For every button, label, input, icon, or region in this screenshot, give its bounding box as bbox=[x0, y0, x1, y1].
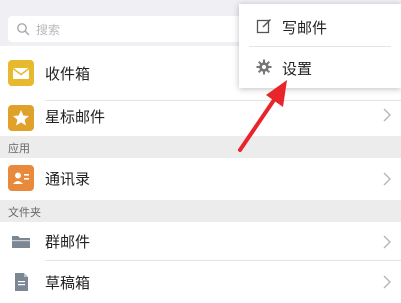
list-item-drafts[interactable]: 草稿箱 bbox=[0, 261, 401, 303]
contacts-label: 通讯录 bbox=[45, 170, 91, 188]
inbox-label: 收件箱 bbox=[45, 65, 91, 83]
section-title: 应用 bbox=[8, 142, 30, 155]
menu-item-compose[interactable]: 写邮件 bbox=[239, 6, 401, 47]
settings-label: 设置 bbox=[282, 60, 313, 78]
list-item-group-mail[interactable]: 群邮件 bbox=[0, 222, 401, 261]
gear-icon bbox=[256, 59, 272, 75]
compose-icon bbox=[256, 19, 271, 34]
chevron-right-icon bbox=[383, 235, 391, 249]
list-item-contacts[interactable]: 通讯录 bbox=[0, 158, 401, 200]
popup-menu: 写邮件 设置 bbox=[239, 4, 401, 88]
starred-label: 星标邮件 bbox=[45, 108, 106, 126]
contact-card-icon bbox=[8, 165, 34, 191]
section-header-folders: 文件夹 bbox=[0, 200, 401, 222]
section-header-apps: 应用 bbox=[0, 136, 401, 158]
list-item-starred[interactable]: 星标邮件 bbox=[0, 101, 401, 136]
chevron-right-icon bbox=[383, 172, 391, 186]
search-placeholder: 搜索 bbox=[36, 23, 61, 37]
search-icon bbox=[17, 23, 30, 36]
menu-item-settings[interactable]: 设置 bbox=[239, 47, 401, 88]
envelope-icon bbox=[8, 60, 34, 86]
chevron-right-icon bbox=[383, 108, 391, 122]
draft-icon bbox=[8, 269, 34, 295]
mail-folder-list-screen: 搜索 收件箱 星标邮件 应用 通讯录 文件夹 群邮件 草稿箱 写邮件 设置 bbox=[0, 0, 401, 303]
group-mail-label: 群邮件 bbox=[45, 233, 91, 251]
section-title: 文件夹 bbox=[8, 206, 41, 219]
star-icon bbox=[8, 105, 34, 131]
folder-icon bbox=[8, 228, 34, 254]
drafts-label: 草稿箱 bbox=[45, 274, 91, 292]
compose-label: 写邮件 bbox=[282, 19, 328, 37]
chevron-right-icon bbox=[383, 275, 391, 289]
